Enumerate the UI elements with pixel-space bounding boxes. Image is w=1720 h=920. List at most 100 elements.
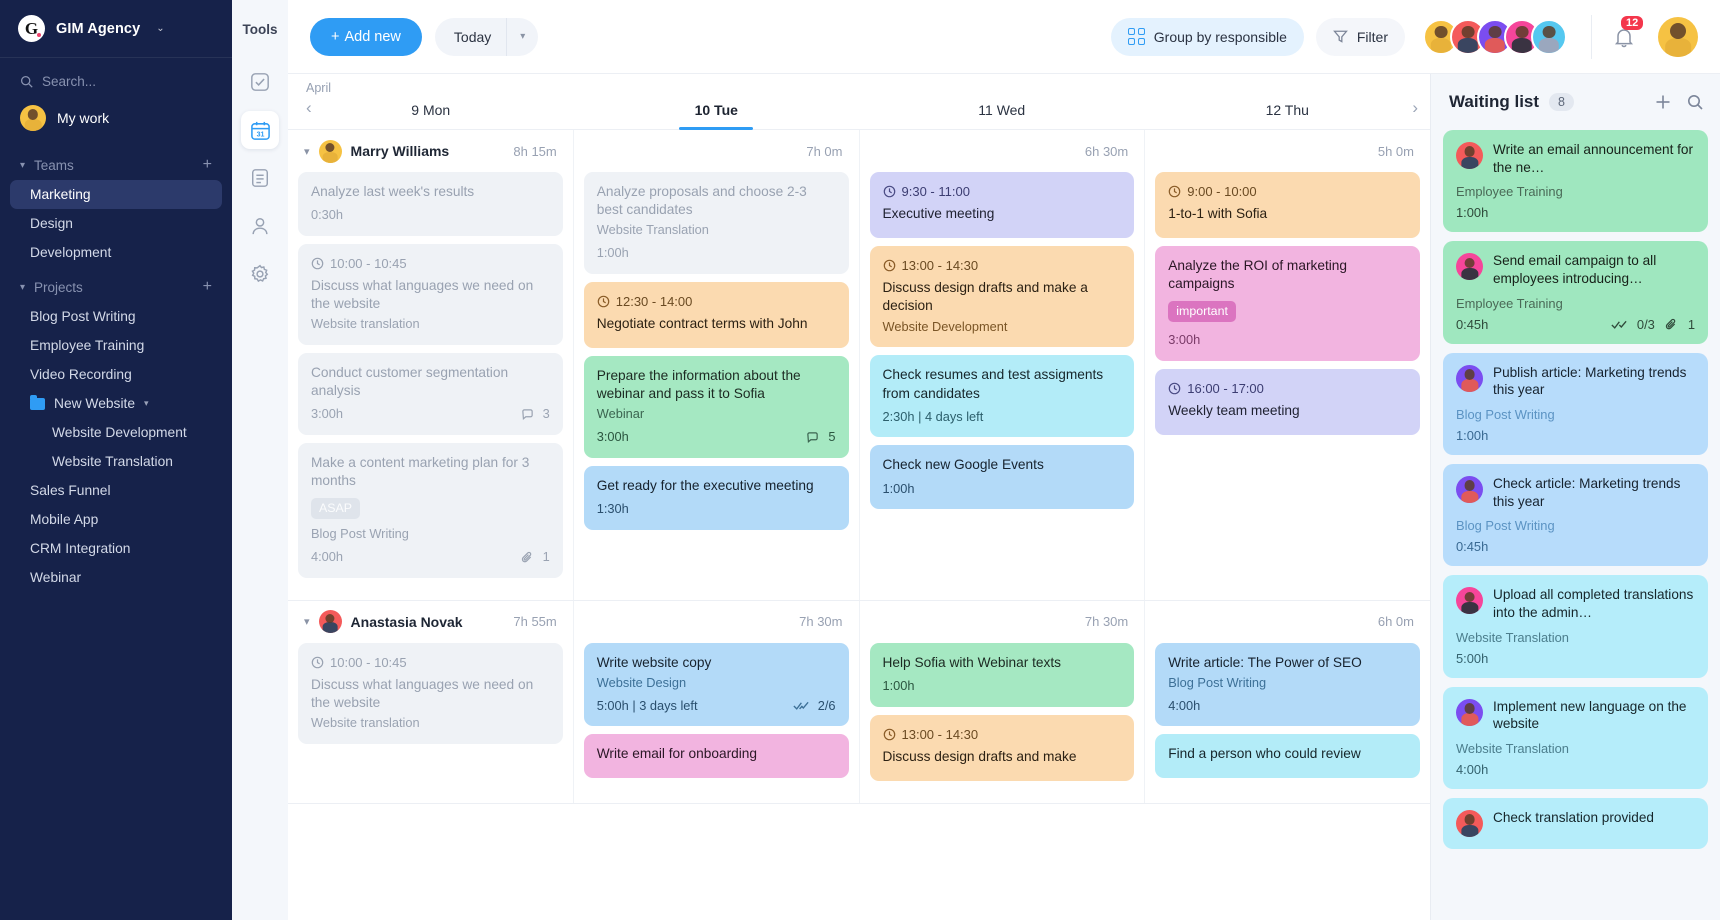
day-tab-11-wed[interactable]: 11 Wed [859, 102, 1145, 129]
sidebar-item-my-work[interactable]: My work [0, 99, 232, 145]
sidebar-item-employee-training[interactable]: Employee Training [10, 331, 222, 360]
chevron-down-icon[interactable]: ▾ [507, 31, 538, 42]
sidebar-item-mobile-app[interactable]: Mobile App [10, 505, 222, 534]
person-day-total: 8h 15m [513, 143, 557, 159]
sidebar-item-webinar[interactable]: Webinar [10, 563, 222, 592]
task-card[interactable]: Write email for onboarding [583, 734, 849, 779]
person-header[interactable]: ▾ Anastasia Novak 7h 55m [298, 601, 563, 643]
day-column-thu: 6h 0m Write article: The Power of SEO Bl… [1145, 601, 1430, 803]
task-time: 10:00 - 10:45 [330, 654, 407, 670]
task-time: 16:00 - 17:00 [1187, 380, 1264, 396]
filter-button[interactable]: Filter [1315, 17, 1405, 56]
add-team-button[interactable]: + [203, 157, 212, 173]
task-card[interactable]: 13:00 - 14:30 Discuss design drafts and … [869, 714, 1135, 781]
task-hours: 4:00h [311, 548, 344, 564]
task-card[interactable]: Help Sofia with Webinar texts 1:00h [869, 642, 1135, 707]
month-label: April [306, 81, 332, 95]
task-card[interactable]: 10:00 - 10:45 Discuss what languages we … [298, 243, 563, 346]
waiting-card[interactable]: Publish article: Marketing trends this y… [1443, 352, 1708, 456]
task-card[interactable]: Write website copy Website Design 5:00h … [583, 642, 849, 727]
user-avatar[interactable] [1658, 16, 1698, 57]
task-card[interactable]: Write article: The Power of SEO Blog Pos… [1155, 642, 1420, 727]
chevron-down-icon[interactable]: ▾ [304, 615, 310, 628]
sidebar-item-crm-integration[interactable]: CRM Integration [10, 534, 222, 563]
sidebar-item-development[interactable]: Development [10, 238, 222, 267]
search-icon[interactable] [1686, 93, 1704, 111]
tool-settings-button[interactable] [241, 255, 279, 293]
task-card[interactable]: 10:00 - 10:45 Discuss what languages we … [298, 642, 563, 744]
avatar [1456, 364, 1483, 392]
sidebar-search[interactable]: Search... [0, 58, 232, 99]
task-hours: 2:30h | 4 days left [882, 408, 984, 424]
today-selector[interactable]: Today ▾ [434, 17, 539, 56]
sidebar-item-new-website[interactable]: New Website ▾ [10, 389, 222, 418]
task-card[interactable]: Analyze the ROI of marketing campaigns i… [1155, 246, 1420, 361]
add-new-button[interactable]: + Add new [310, 17, 422, 56]
sidebar-item-video-recording[interactable]: Video Recording [10, 360, 222, 389]
sidebar-group-projects[interactable]: ▾ Projects + [0, 267, 232, 302]
avatar[interactable] [1531, 18, 1567, 55]
waiting-card-title: Publish article: Marketing trends this y… [1493, 364, 1687, 398]
task-card[interactable]: 12:30 - 14:00 Negotiate contract terms w… [583, 281, 849, 349]
sidebar-item-sales-funnel[interactable]: Sales Funnel [10, 476, 222, 505]
tool-people-button[interactable] [241, 207, 279, 245]
notifications-button[interactable]: 12 [1612, 15, 1644, 49]
task-time: 10:00 - 10:45 [330, 255, 407, 271]
workspace-switcher[interactable]: G GIM Agency ⌄ [0, 0, 232, 58]
waiting-card[interactable]: Check article: Marketing trends this yea… [1443, 464, 1708, 567]
task-card[interactable]: Prepare the information about the webina… [583, 356, 849, 459]
person-header[interactable]: ▾ Marry Williams 8h 15m [298, 130, 563, 172]
sidebar-item-marketing[interactable]: Marketing [10, 180, 222, 209]
day-column-wed: 6h 30m 9:30 - 11:00 Executive meeting 13… [860, 130, 1146, 600]
task-card[interactable]: Check resumes and test assigments from c… [869, 355, 1135, 438]
waiting-card-hours: 1:00h [1456, 205, 1489, 221]
task-card[interactable]: Find a person who could review [1155, 734, 1420, 779]
person-row-marry-williams: ▾ Marry Williams 8h 15m Analyze last wee… [288, 130, 1430, 601]
calendar-area: April ‹ › 9 Mon 10 Tue 11 Wed 12 Thu ▾ M… [288, 74, 1430, 920]
task-card[interactable]: Conduct customer segmentation analysis 3… [298, 353, 563, 436]
sidebar-item-website-translation[interactable]: Website Translation [10, 447, 222, 476]
member-avatar-stack[interactable] [1423, 18, 1567, 55]
task-title: Discuss design drafts and make a decisio… [882, 280, 1088, 314]
task-card[interactable]: Get ready for the executive meeting 1:30… [583, 466, 849, 531]
waiting-card[interactable]: Send email campaign to all employees int… [1443, 241, 1708, 344]
sidebar-item-website-development[interactable]: Website Development [10, 418, 222, 447]
tool-calendar-button[interactable]: 31 [241, 111, 279, 149]
day-tab-10-tue[interactable]: 10 Tue [574, 102, 860, 129]
chevron-down-icon[interactable]: ▾ [304, 145, 310, 158]
comment-icon [806, 431, 819, 444]
sidebar-item-blog-post-writing[interactable]: Blog Post Writing [10, 302, 222, 331]
waiting-card-title: Write an email announcement for the ne… [1493, 142, 1693, 175]
task-project: Blog Post Writing [1168, 674, 1267, 690]
sidebar-item-label: Marketing [30, 187, 91, 202]
day-tab-9-mon[interactable]: 9 Mon [288, 102, 574, 129]
tool-documents-button[interactable] [241, 159, 279, 197]
group-by-responsible-button[interactable]: Group by responsible [1110, 17, 1304, 56]
task-card[interactable]: 13:00 - 14:30 Discuss design drafts and … [869, 246, 1135, 348]
tool-checkbox-button[interactable] [241, 63, 279, 101]
day-tab-12-thu[interactable]: 12 Thu [1145, 102, 1431, 129]
task-card[interactable]: Make a content marketing plan for 3 mont… [298, 443, 563, 578]
chevron-down-icon: ▾ [144, 398, 149, 408]
task-card[interactable]: Analyze last week's results 0:30h [298, 172, 563, 236]
task-tag: ASAP [311, 498, 361, 519]
waiting-card[interactable]: Write an email announcement for the ne… … [1443, 130, 1708, 233]
task-card[interactable]: 9:30 - 11:00 Executive meeting [869, 172, 1135, 239]
task-card[interactable]: 9:00 - 10:00 1-to-1 with Sofia [1155, 172, 1420, 239]
paperclip-icon [521, 551, 534, 564]
task-card[interactable]: Check new Google Events 1:00h [869, 445, 1135, 510]
avatar [1456, 476, 1483, 504]
waiting-card[interactable]: Check translation provided [1443, 798, 1708, 850]
task-time: 13:00 - 14:30 [901, 258, 979, 274]
waiting-card[interactable]: Upload all completed translations into t… [1443, 575, 1708, 678]
sidebar-item-design[interactable]: Design [10, 209, 222, 238]
task-card[interactable]: Analyze proposals and choose 2-3 best ca… [583, 172, 849, 274]
task-time: 13:00 - 14:30 [901, 726, 979, 742]
waiting-card[interactable]: Implement new language on the website We… [1443, 686, 1708, 790]
add-project-button[interactable]: + [203, 279, 212, 295]
plus-icon[interactable] [1654, 93, 1672, 111]
attachment-count: 1 [1687, 316, 1695, 332]
sidebar-group-teams[interactable]: ▾ Teams + [0, 145, 232, 180]
checkbox-icon [250, 72, 270, 92]
task-card[interactable]: 16:00 - 17:00 Weekly team meeting [1155, 368, 1420, 435]
